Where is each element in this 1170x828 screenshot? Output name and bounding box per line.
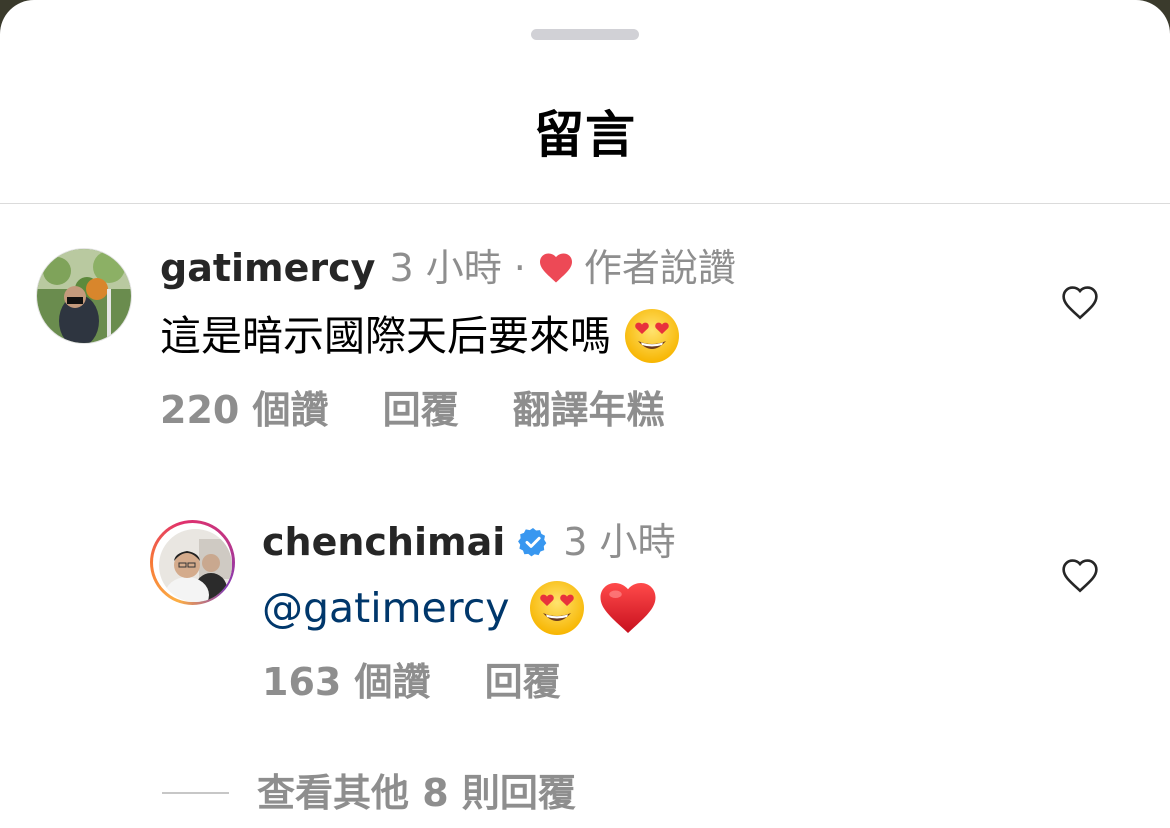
sheet-grabber[interactable] [531,29,639,40]
heart-outline-icon[interactable] [1060,558,1100,594]
author-liked-label: 作者說讚 [583,246,736,290]
avatar[interactable] [159,529,232,602]
sheet-title: 留言 [534,106,636,164]
comment-body: 這是暗示國際天后要來嗎 [160,307,681,365]
heart-filled-red-icon [538,252,574,284]
verified-badge-icon [517,526,549,558]
heart-outline-icon[interactable] [1060,285,1100,321]
reply-body: @gatimercy [262,579,658,637]
comment-text: 這是暗示國際天后要來嗎 [160,312,611,360]
avatar[interactable] [36,248,132,344]
reply-button[interactable]: 回覆 [485,659,561,705]
translate-button[interactable]: 翻譯年糕 [513,387,665,433]
header-divider [0,203,1170,204]
heart-eyes-emoji [623,307,681,365]
reply-time: 3 小時 [563,520,676,564]
replies-divider-line [162,792,229,794]
reply-actions: 163 個讚 回覆 [262,659,615,705]
comment-actions: 220 個讚 回覆 翻譯年糕 [160,387,719,433]
comment-username[interactable]: gatimercy [160,245,375,291]
reply-button[interactable]: 回覆 [383,387,459,433]
mention-link[interactable]: @gatimercy [262,581,510,635]
reply-likes[interactable]: 163 個讚 [262,659,431,705]
reply-username[interactable]: chenchimai [262,519,505,565]
comment-likes[interactable]: 220 個讚 [160,387,329,433]
comments-sheet: 留言 gatimercy 3 小時 · 作者說讚 這是暗示國際天后要來嗎 220… [0,0,1170,828]
reply-meta: chenchimai 3 小時 [262,519,676,565]
comment-meta: gatimercy 3 小時 · 作者說讚 [160,245,736,291]
comment-time: 3 小時 [389,246,502,290]
heart-eyes-emoji [528,579,586,637]
view-more-replies[interactable]: 查看其他 8 則回覆 [162,770,576,816]
red-heart-emoji [598,580,658,636]
view-more-replies-label: 查看其他 8 則回覆 [257,771,576,815]
separator-dot: · [513,246,526,290]
story-ring[interactable] [150,520,235,605]
